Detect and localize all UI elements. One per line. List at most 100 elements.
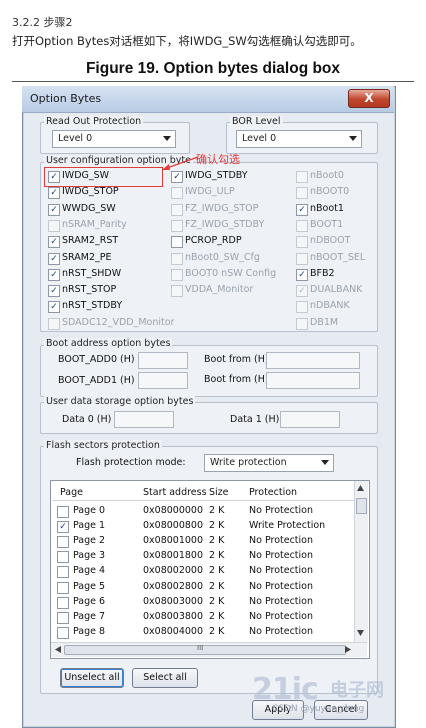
table-cell-protection: No Protection bbox=[249, 505, 313, 516]
table-cell-page: Page 5 bbox=[73, 580, 106, 592]
table-cell-protection: Write Protection bbox=[249, 520, 326, 532]
boot-add0-input[interactable] bbox=[138, 352, 188, 369]
option-label: IWDG_ULP bbox=[185, 186, 235, 198]
scroll-down-icon[interactable] bbox=[356, 629, 365, 637]
boot-from-input-1[interactable] bbox=[266, 352, 360, 369]
page-checkbox[interactable] bbox=[57, 551, 69, 564]
option-checkbox[interactable] bbox=[48, 203, 60, 216]
option-checkbox[interactable] bbox=[296, 268, 308, 281]
table-cell-page: Page 8 bbox=[73, 625, 106, 637]
option-checkbox[interactable] bbox=[296, 203, 308, 216]
annotation-text: 确认勾选 bbox=[196, 153, 240, 166]
horizontal-scroll-thumb[interactable] bbox=[64, 645, 346, 655]
unselect-all-button[interactable]: Unselect all bbox=[60, 668, 124, 688]
option-checkbox[interactable] bbox=[48, 236, 60, 249]
boot-add1-input[interactable] bbox=[138, 372, 188, 389]
data1-input[interactable] bbox=[280, 411, 340, 428]
read-out-level-select[interactable]: Level 0 bbox=[52, 130, 176, 148]
page-checkbox[interactable] bbox=[57, 611, 69, 624]
table-cell-protection: No Protection bbox=[249, 610, 313, 622]
option-checkbox bbox=[296, 236, 308, 249]
option-label: WWDG_SW bbox=[62, 202, 116, 214]
table-cell-page: Page 7 bbox=[73, 610, 106, 622]
option-checkbox[interactable] bbox=[48, 252, 60, 265]
option-checkbox bbox=[296, 171, 308, 183]
chevron-down-icon bbox=[321, 460, 329, 465]
read-out-level-value: Level 0 bbox=[58, 133, 93, 144]
page-checkbox[interactable] bbox=[57, 506, 69, 518]
table-cell-size: 2 K bbox=[209, 535, 225, 547]
option-checkbox bbox=[171, 219, 183, 232]
table-cell-protection: No Protection bbox=[249, 595, 313, 607]
option-label: SRAM2_RST bbox=[62, 235, 119, 247]
option-checkbox[interactable] bbox=[171, 236, 183, 249]
close-button[interactable]: X bbox=[348, 89, 390, 108]
page-checkbox[interactable] bbox=[57, 521, 69, 534]
dialog-title: Option Bytes bbox=[30, 92, 102, 105]
figure-rule bbox=[12, 81, 414, 82]
option-checkbox bbox=[171, 187, 183, 200]
table-cell-address: 0x08003800 bbox=[143, 610, 204, 622]
option-label: BOOT0 nSW Config bbox=[185, 267, 277, 279]
option-label: FZ_IWDG_STDBY bbox=[185, 218, 265, 230]
option-label: nRST_STOP bbox=[62, 284, 117, 296]
table-cell-size: 2 K bbox=[209, 625, 225, 637]
boot-from-label-1: Boot from (H) bbox=[204, 354, 269, 365]
boot-from-label-2: Boot from (H) bbox=[204, 374, 269, 385]
flash-mode-select[interactable]: Write protection bbox=[204, 454, 334, 472]
scroll-up-icon[interactable] bbox=[356, 484, 365, 492]
page-checkbox[interactable] bbox=[57, 596, 69, 609]
table-cell-protection: No Protection bbox=[249, 565, 313, 577]
section-heading: 3.2.2 步骤2 bbox=[12, 16, 73, 29]
data0-input[interactable] bbox=[114, 411, 174, 428]
bor-level-select[interactable]: Level 0 bbox=[236, 130, 362, 148]
page-checkbox[interactable] bbox=[57, 626, 69, 639]
option-label: SRAM2_PE bbox=[62, 251, 112, 263]
table-cell-protection: No Protection bbox=[249, 550, 313, 562]
option-label: BOOT1 bbox=[310, 218, 344, 230]
vertical-scroll-thumb[interactable] bbox=[356, 498, 367, 514]
option-checkbox[interactable] bbox=[48, 187, 60, 200]
column-header-address[interactable]: Start address bbox=[143, 487, 207, 498]
option-checkbox bbox=[171, 285, 183, 298]
figure-title: Figure 19. Option bytes dialog box bbox=[85, 60, 341, 77]
column-header-size[interactable]: Size bbox=[209, 487, 229, 498]
select-all-button[interactable]: Select all bbox=[132, 668, 198, 688]
option-label: nRST_SHDW bbox=[62, 267, 122, 279]
table-cell-protection: No Protection bbox=[249, 535, 313, 547]
column-header-protection[interactable]: Protection bbox=[249, 487, 297, 498]
scroll-left-icon[interactable] bbox=[54, 645, 62, 654]
table-cell-size: 2 K bbox=[209, 550, 225, 562]
header-divider bbox=[52, 500, 354, 501]
read-out-group-label: Read Out Protection bbox=[44, 116, 144, 127]
boot-address-group-label: Boot address option bytes bbox=[44, 338, 173, 349]
table-cell-page: Page 4 bbox=[73, 565, 106, 577]
page-checkbox[interactable] bbox=[57, 566, 69, 579]
annotation-highlight-box bbox=[44, 167, 163, 187]
table-cell-page: Page 6 bbox=[73, 595, 106, 607]
option-label: nBoot0 bbox=[310, 170, 344, 181]
option-label: PCROP_RDP bbox=[185, 235, 242, 247]
page-checkbox[interactable] bbox=[57, 536, 69, 549]
option-checkbox bbox=[296, 301, 308, 314]
table-cell-size: 2 K bbox=[209, 595, 225, 607]
data0-label: Data 0 (H) bbox=[62, 414, 112, 425]
table-cell-address: 0x08002800 bbox=[143, 580, 204, 592]
table-cell-page: Page 3 bbox=[73, 550, 106, 562]
option-checkbox bbox=[48, 317, 60, 330]
table-cell-address: 0x08001000 bbox=[143, 535, 204, 547]
column-header-page[interactable]: Page bbox=[60, 487, 83, 498]
boot-from-input-2[interactable] bbox=[266, 372, 360, 389]
table-cell-size: 2 K bbox=[209, 520, 225, 532]
option-label: nRST_STDBY bbox=[62, 300, 123, 312]
option-checkbox[interactable] bbox=[48, 301, 60, 314]
table-cell-address: 0x08000800 bbox=[143, 520, 204, 532]
scroll-right-icon[interactable] bbox=[344, 645, 352, 654]
instruction-text: 打开Option Bytes对话框如下，将IWDG_SW勾选框确认勾选即可。 bbox=[12, 34, 362, 48]
option-label: DB1M bbox=[310, 316, 339, 328]
boot-add1-label: BOOT_ADD1 (H) bbox=[58, 375, 135, 386]
option-checkbox[interactable] bbox=[48, 285, 60, 298]
option-checkbox[interactable] bbox=[48, 268, 60, 281]
page-checkbox[interactable] bbox=[57, 581, 69, 594]
flash-group-label: Flash sectors protection bbox=[44, 440, 162, 451]
